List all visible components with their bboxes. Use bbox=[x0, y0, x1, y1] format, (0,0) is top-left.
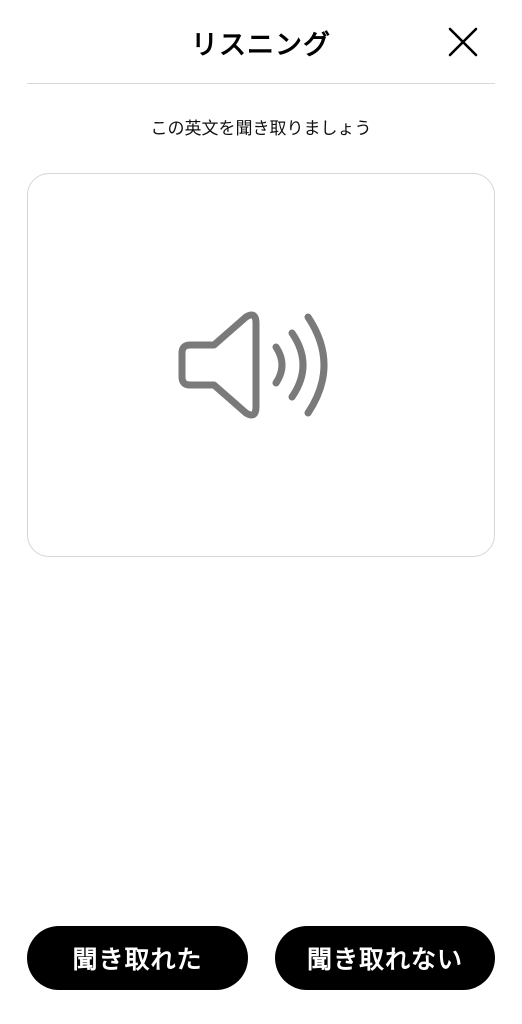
not-heard-button[interactable]: 聞き取れない bbox=[275, 926, 495, 990]
page-title: リスニング bbox=[191, 30, 331, 61]
header: リスニング bbox=[27, 0, 495, 84]
audio-play-card[interactable] bbox=[27, 173, 495, 557]
listening-screen: リスニング この英文を聞き取りましょう 聞き取れた 聞き取れない bbox=[0, 0, 522, 1024]
close-button[interactable] bbox=[443, 22, 483, 62]
instruction-text: この英文を聞き取りましょう bbox=[150, 119, 372, 139]
close-icon bbox=[448, 27, 478, 57]
speaker-icon bbox=[178, 311, 328, 419]
heard-button[interactable]: 聞き取れた bbox=[27, 926, 248, 990]
